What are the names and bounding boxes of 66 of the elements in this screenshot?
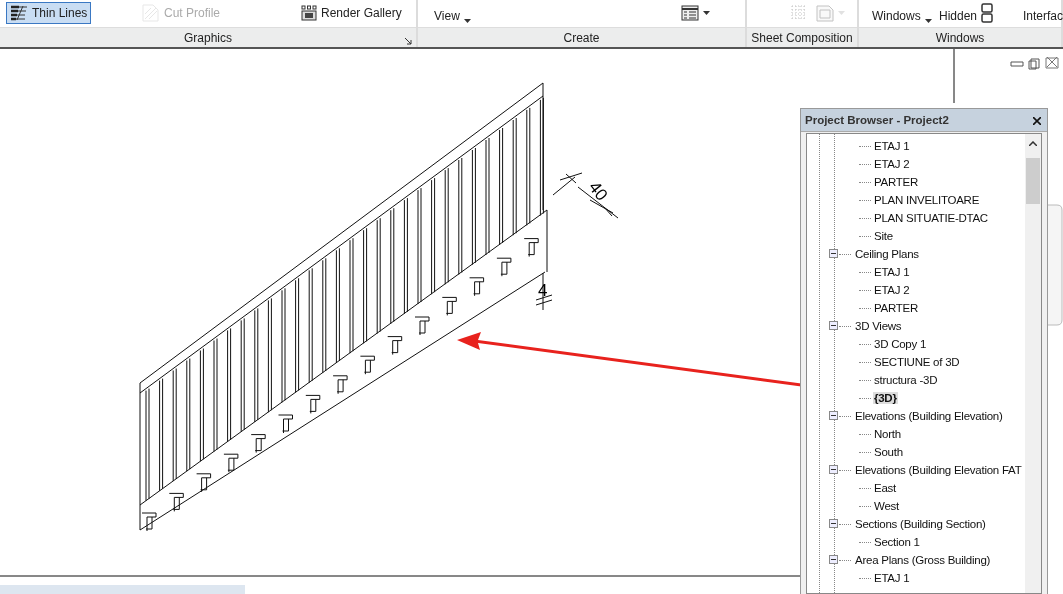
tree-item[interactable]: East [873, 482, 897, 494]
scrollbar[interactable] [1025, 134, 1041, 593]
caret-icon [924, 19, 932, 23]
tree-item[interactable]: ETAJ 1 [873, 572, 911, 584]
tree-item[interactable]: North [873, 428, 902, 440]
tree-group[interactable]: Elevations (Building Elevation FAT [854, 464, 1023, 476]
minus-icon [830, 322, 837, 329]
tree-item[interactable]: PLAN INVELITOARE [873, 194, 981, 206]
minus-icon [830, 412, 837, 419]
tree-item[interactable]: ETAJ 2 [873, 284, 911, 296]
tree-item[interactable]: Site [873, 230, 894, 242]
tree-item[interactable]: ETAJ 1 [873, 140, 911, 152]
schedule-icon [681, 5, 699, 21]
launcher-arrow-icon[interactable] [405, 38, 412, 45]
ribbon-button[interactable]: View [430, 4, 475, 24]
collapse-toggle[interactable] [829, 321, 838, 330]
tree-item[interactable]: structura -3D [873, 374, 939, 386]
ribbon-button[interactable]: Render Gallery [297, 2, 406, 24]
minimize-icon[interactable] [1010, 61, 1024, 67]
caret-icon [463, 19, 471, 23]
tree-item[interactable]: PARTER [873, 302, 920, 314]
tree-item[interactable]: South [873, 446, 904, 458]
minus-icon [830, 520, 837, 527]
tree-group[interactable]: Elevations (Building Elevation) [854, 410, 1004, 422]
tree-item[interactable]: West [873, 500, 900, 512]
collapse-toggle[interactable] [829, 555, 838, 564]
collapse-toggle[interactable] [829, 249, 838, 258]
caret-icon [703, 11, 710, 15]
scroll-up-icon[interactable] [1029, 141, 1037, 146]
tree-group[interactable]: 3D Views [854, 320, 903, 332]
ribbon-button[interactable]: Windows [868, 4, 936, 24]
tree-item[interactable]: PLAN SITUATIE-DTAC [873, 212, 989, 224]
tree-item[interactable]: {3D} [873, 392, 898, 404]
collapse-toggle[interactable] [829, 465, 838, 474]
tree-item[interactable]: SECTIUNE of 3D [873, 356, 961, 368]
gallery-icon [301, 5, 317, 21]
dimension-text: 4 [538, 281, 548, 300]
panel-title: Sheet Composition [751, 30, 853, 45]
minus-icon [830, 556, 837, 563]
cut-profile-icon [142, 4, 160, 22]
sheet-icon [816, 4, 834, 22]
tile-windows-icon [981, 3, 993, 23]
tree-item[interactable]: ETAJ 1 [873, 266, 911, 278]
scrollbar-thumb[interactable] [1026, 158, 1040, 204]
collapse-toggle[interactable] [829, 411, 838, 420]
panel-title: Graphics [184, 30, 232, 45]
tree-group[interactable]: Ceiling Plans [854, 248, 920, 260]
minus-icon [830, 466, 837, 473]
tree-item[interactable]: ETAJ 2 [873, 158, 911, 170]
tree-item[interactable]: 3D Copy 1 [873, 338, 928, 350]
tree-group[interactable]: Sections (Building Section) [854, 518, 987, 530]
ribbon-button[interactable]: Hidden [935, 4, 982, 24]
grid-icon [791, 5, 807, 21]
ribbon-button[interactable]: Interfac [1018, 4, 1063, 24]
toggle-button[interactable]: Thin Lines [6, 2, 92, 24]
panel-title: Project Browser - Project2 [805, 114, 949, 126]
tree-item[interactable]: PARTER [873, 176, 920, 188]
tree-group[interactable]: Area Plans (Gross Building) [854, 554, 992, 566]
panel-title: Windows [935, 30, 985, 45]
minus-icon [830, 250, 837, 257]
collapse-toggle[interactable] [829, 519, 838, 528]
restore-icon[interactable] [1028, 58, 1040, 70]
thin-lines-icon [10, 5, 28, 21]
tree-item[interactable]: Section 1 [873, 536, 921, 548]
panel-title: Create [563, 30, 600, 45]
dimension-text: 40 [584, 177, 612, 205]
